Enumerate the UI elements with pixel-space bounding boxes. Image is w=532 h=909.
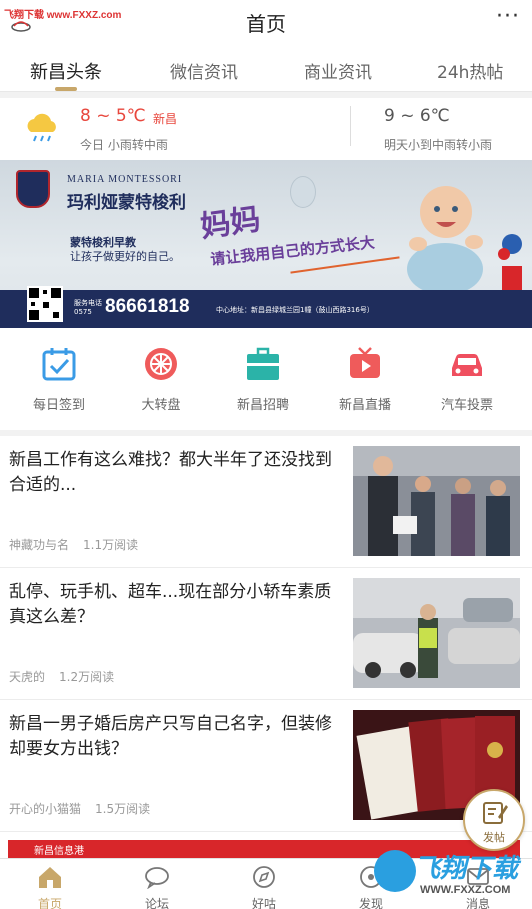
news-meta: 天虎的 1.2万阅读 (9, 668, 114, 685)
page-indicator (252, 420, 292, 435)
news-item[interactable]: 乱停、玩手机、超车...现在部分小轿车素质真这么差？ 天虎的 1.2万阅读 (0, 568, 532, 700)
news-reads: 1.5万阅读 (95, 802, 151, 816)
post-edit-icon (483, 802, 508, 824)
quick-label: 大转盘 (141, 398, 181, 413)
compass-icon (253, 866, 275, 888)
tab-wechat-news[interactable]: 微信资讯 (170, 58, 238, 83)
nav-label: 论坛 (144, 897, 169, 909)
quick-car-vote[interactable]: 汽车投票 (422, 346, 512, 413)
nav-forum[interactable]: 论坛 (117, 865, 197, 909)
quick-daily-checkin[interactable]: 每日签到 (14, 346, 104, 413)
quick-label: 新昌招聘 (236, 398, 289, 413)
ad-strip-text: 新昌信息港 (34, 846, 84, 857)
news-author: 天虎的 (9, 670, 46, 684)
wheel-icon (145, 348, 177, 380)
quick-recruitment[interactable]: 新昌招聘 (218, 346, 308, 413)
news-meta: 开心的小猫猫 1.5万阅读 (9, 800, 150, 817)
post-button[interactable]: 发帖 (463, 789, 525, 851)
news-thumbnail (353, 446, 520, 556)
page-title: 首页 (246, 12, 286, 36)
banner-address: 中心地址：新昌县绿城兰园1幢（鼓山西路316号） (216, 306, 374, 314)
quick-label: 汽车投票 (440, 398, 493, 413)
quick-label: 新昌直播 (338, 398, 391, 413)
tab-24h-hot[interactable]: 24h热帖 (437, 58, 503, 83)
balloon-icon (290, 176, 316, 208)
tomorrow-weather-desc: 明天小到中雨转小雨 (384, 138, 493, 152)
more-menu-icon[interactable]: ··· (496, 4, 520, 29)
calendar-check-icon (42, 348, 76, 381)
news-reads: 1.2万阅读 (59, 670, 115, 684)
nav-label: 首页 (37, 897, 62, 909)
news-thumbnail (353, 578, 520, 688)
tab-xinchang-headlines[interactable]: 新昌头条 (30, 58, 102, 84)
news-meta: 神藏功与名 1.1万阅读 (9, 536, 138, 553)
banner-phone-label: 服务电话 0575 (74, 299, 102, 316)
nav-home[interactable]: 首页 (10, 865, 90, 909)
news-title: 新昌工作有这么难找？都大半年了还没找到合适的... (9, 450, 332, 495)
qr-code-icon (27, 286, 63, 322)
watermark-overlay: 飞翔下载 WWW.FXXZ.COM (370, 844, 528, 904)
banner-brand-en: MARIA MONTESSORI (67, 174, 183, 185)
banner-brand-cn: 玛利娅蒙特梭利 (67, 193, 186, 213)
today-temperature: 8 ~ 5℃ (80, 106, 146, 126)
banner-slogan-2: 让孩子做更好的自己。 (70, 250, 180, 263)
quick-label: 每日签到 (32, 398, 85, 413)
watermark-logo-icon (374, 850, 416, 892)
banner-phone-number: 86661818 (105, 296, 190, 317)
watermark-brand: 飞翔下载 (414, 854, 519, 884)
news-author: 神藏功与名 (9, 538, 70, 552)
active-tab-indicator (55, 87, 77, 91)
news-item[interactable]: 新昌一男子婚后房产只写自己名字，但装修却要女方出钱？ 开心的小猫猫 1.5万阅读 (0, 700, 532, 832)
weather-location: 新昌 (153, 112, 178, 126)
nav-label: 好咕 (251, 897, 276, 909)
category-tabs: 新昌头条 微信资讯 商业资讯 24h热帖 (0, 44, 532, 92)
tv-play-icon (350, 347, 380, 378)
news-title: 乱停、玩手机、超车...现在部分小轿车素质真这么差？ (9, 582, 332, 627)
post-button-label: 发帖 (483, 831, 505, 844)
baby-image (407, 186, 483, 295)
nav-haogu[interactable]: 好咕 (224, 865, 304, 909)
weather-widget[interactable]: 8 ~ 5℃ 新昌 今日 小雨转中雨 9 ~ 6℃ 明天小到中雨转小雨 (0, 98, 532, 160)
news-item[interactable]: 新昌工作有这么难找？都大半年了还没找到合适的... 神藏功与名 1.1万阅读 (0, 436, 532, 568)
quick-lucky-wheel[interactable]: 大转盘 (116, 346, 206, 413)
car-icon (452, 354, 482, 376)
chat-bubble-icon (145, 867, 169, 890)
today-weather-desc: 今日 小雨转中雨 (80, 138, 168, 152)
watermark-url: WWW.FXXZ.COM (420, 884, 511, 896)
quick-actions: 每日签到 大转盘 新昌招聘 新昌直播 汽车投票 (0, 328, 532, 435)
news-author: 开心的小猫猫 (9, 802, 82, 816)
news-title: 新昌一男子婚后房产只写自己名字，但装修却要女方出钱？ (9, 714, 332, 759)
school-crest-icon (16, 170, 50, 208)
quick-live-stream[interactable]: 新昌直播 (320, 346, 410, 413)
top-bar: 飞翔下载 www.FXXZ.com 首页 ··· (0, 0, 532, 44)
promo-banner[interactable]: MARIA MONTESSORI 玛利娅蒙特梭利 蒙特梭利早教 让孩子做更好的自… (0, 160, 532, 328)
news-reads: 1.1万阅读 (83, 538, 139, 552)
tomorrow-temperature: 9 ~ 6℃ (384, 106, 450, 126)
briefcase-icon (247, 347, 279, 380)
rain-cloud-icon (27, 113, 56, 142)
tab-business-news[interactable]: 商业资讯 (304, 58, 372, 83)
home-icon (39, 867, 61, 888)
banner-headline: 妈妈 (198, 201, 263, 245)
weather-divider (350, 106, 351, 146)
